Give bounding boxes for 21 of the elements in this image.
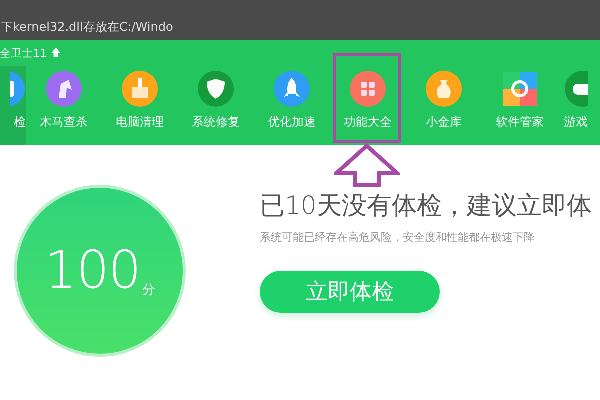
up-arrow [334,143,400,187]
score-unit: 分 [142,282,156,299]
nav-tab[interactable]: 小金库 [406,66,482,145]
update-mark: 🡅 [51,46,61,60]
nav-tab[interactable]: 检 [0,66,26,145]
message-subtitle: 系统可能已经存在高危风险，安全度和性能都在极速下降 [260,230,536,245]
nav-tab[interactable]: 软件管家 [482,66,558,145]
nav-tab[interactable]: 优化加速 [254,66,330,145]
nav-tab[interactable]: 游戏 [558,66,600,145]
path-text: 下kernel32.dll存放在C:/Windo [1,19,174,36]
shield-icon [197,70,235,108]
nav-tab[interactable]: 电脑清理 [102,66,178,145]
nav-tab[interactable]: 木马查杀 [26,66,102,145]
checkup-button[interactable]: 立即体检 [260,271,440,313]
app-title: 全卫士11 [0,46,47,60]
score-value: 100 [44,241,141,301]
message-title: 已10天没有体检，建议立即体 [260,190,592,222]
rocket-icon [273,70,311,108]
nav-tab[interactable]: 系统修复 [178,66,254,145]
grid-icon [349,70,387,108]
nav-tab[interactable]: 功能大全 [330,66,406,145]
